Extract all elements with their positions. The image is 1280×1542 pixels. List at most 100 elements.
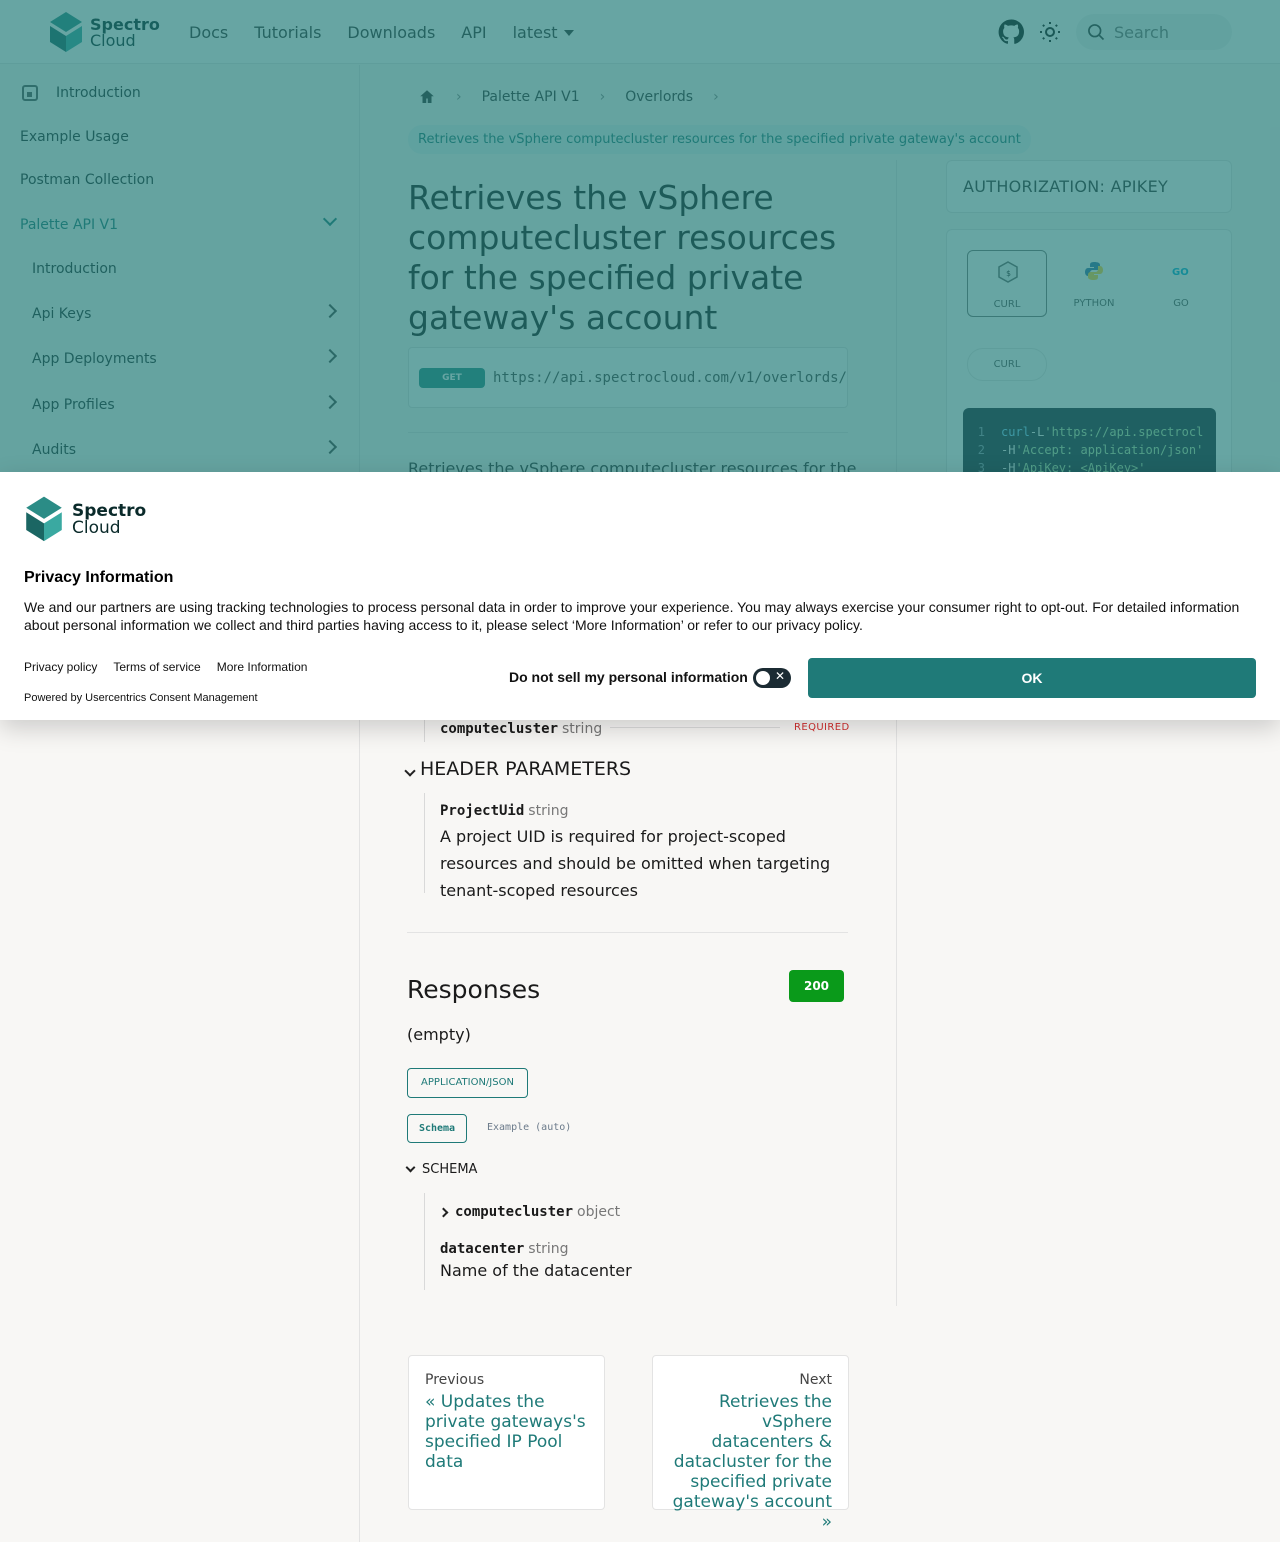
nav-link-docs[interactable]: Docs <box>189 23 228 42</box>
param-type: string <box>528 803 569 819</box>
curl-icon: $ <box>998 261 1018 283</box>
breadcrumb: › Palette API V1 › Overlords › Retrieves… <box>408 77 1048 154</box>
consent-banner: Spectro Cloud Privacy Information We and… <box>0 472 1280 720</box>
tab-schema[interactable]: Schema <box>407 1114 467 1143</box>
document-icon <box>22 85 38 101</box>
pager-title: Retrieves the vSphere datacenters & data… <box>672 1392 832 1532</box>
required-badge: REQUIRED <box>794 722 850 733</box>
code-variant-tab[interactable]: CURL <box>967 348 1047 381</box>
tab-go[interactable]: GO GO <box>1141 250 1221 317</box>
param-rail <box>424 793 425 893</box>
sidebar-item-palette-api-v1[interactable]: Palette API V1 <box>0 205 359 245</box>
chevron-right-icon <box>322 348 338 364</box>
tab-curl[interactable]: $ CURL <box>967 250 1047 317</box>
page-title: Retrieves the vSphere computecluster res… <box>408 178 837 337</box>
sidebar-item-introduction[interactable]: Introduction <box>0 73 359 113</box>
brand-line2: Cloud <box>72 518 121 538</box>
field-name: datacenter <box>440 1241 525 1257</box>
go-icon: GO <box>1172 267 1189 278</box>
version-dropdown[interactable]: latest <box>513 23 574 42</box>
nav-link-tutorials[interactable]: Tutorials <box>254 23 321 42</box>
param-line <box>610 727 780 728</box>
sidebar: Introduction Example Usage Postman Colle… <box>0 65 360 1542</box>
chevron-right-icon <box>322 394 338 410</box>
chevron-right-icon <box>322 439 338 455</box>
sidebar-item-label: Postman Collection <box>20 172 155 188</box>
nav-link-api[interactable]: API <box>461 23 486 42</box>
home-icon[interactable] <box>418 88 436 106</box>
nav-link-downloads[interactable]: Downloads <box>347 23 435 42</box>
responses-title: Responses <box>407 975 541 1004</box>
consent-logo: Spectro Cloud <box>24 496 146 544</box>
pager-title: « Updates the private gateways's specifi… <box>425 1392 586 1472</box>
theme-toggle-sun-icon[interactable] <box>1038 20 1062 44</box>
schema-field-computecluster[interactable]: computecluster object <box>438 1204 621 1220</box>
ok-button[interactable]: OK <box>808 658 1256 698</box>
top-navbar: Spectro Cloud Docs Tutorials Downloads A… <box>0 0 1280 64</box>
chevron-down-icon <box>405 1162 416 1173</box>
param-name: ProjectUid <box>440 803 525 819</box>
authorization-box: AUTHORIZATION: APIKEY <box>946 160 1232 213</box>
chevron-right-icon <box>438 1207 449 1217</box>
param-type: string <box>562 721 603 737</box>
line-number: 2 <box>977 443 985 457</box>
terms-link[interactable]: Terms of service <box>113 660 200 674</box>
method-badge: GET <box>419 367 485 388</box>
breadcrumb-item[interactable]: Palette API V1 <box>482 89 580 105</box>
tab-example[interactable]: Example (auto) <box>487 1122 571 1133</box>
privacy-policy-link[interactable]: Privacy policy <box>24 660 97 674</box>
main-content: › Palette API V1 › Overlords › Retrieves… <box>360 65 1280 1542</box>
response-code-200[interactable]: 200 <box>789 970 844 1002</box>
sidebar-item-label: App Profiles <box>32 397 115 413</box>
header-params-toggle[interactable]: HEADER PARAMETERS <box>404 758 632 780</box>
sidebar-item-audits[interactable]: Audits <box>0 430 359 470</box>
pager-previous[interactable]: Previous « Updates the private gateways'… <box>408 1355 605 1510</box>
more-information-link[interactable]: More Information <box>217 660 308 674</box>
breadcrumb-separator-icon: › <box>456 89 462 105</box>
param-rail <box>424 1193 425 1290</box>
brand-logo[interactable]: Spectro Cloud <box>48 12 160 54</box>
pager-next[interactable]: Next Retrieves the vSphere datacenters &… <box>652 1355 849 1532</box>
sidebar-item-introduction-v1[interactable]: Introduction <box>0 249 359 289</box>
caret-down-icon <box>563 30 574 36</box>
divider <box>408 432 848 433</box>
endpoint-url[interactable]: https://api.spectrocloud.com/v1/overlord… <box>493 370 847 386</box>
schema-label: SCHEMA <box>422 1162 478 1177</box>
param-computecluster: computecluster string REQUIRED <box>440 718 850 737</box>
content-type-pill[interactable]: APPLICATION/JSON <box>407 1068 528 1098</box>
tab-python[interactable]: PYTHON <box>1054 250 1134 317</box>
breadcrumb-separator-icon: › <box>599 89 606 105</box>
pager-label: Previous <box>425 1372 485 1388</box>
svg-text:GO: GO <box>1172 267 1189 278</box>
header-params-title: HEADER PARAMETERS <box>420 758 632 780</box>
sidebar-item-app-deployments[interactable]: App Deployments <box>0 339 359 379</box>
do-not-sell-toggle[interactable]: ✕ <box>753 668 791 688</box>
code-token: curl <box>1001 425 1030 439</box>
field-type: string <box>528 1241 569 1257</box>
github-icon[interactable] <box>998 19 1024 45</box>
endpoint-box: GET https://api.spectrocloud.com/v1/over… <box>408 347 848 408</box>
sidebar-item-api-keys[interactable]: Api Keys <box>0 294 359 334</box>
code-token: 'Accept: application/json' <box>1015 443 1204 457</box>
sidebar-item-app-profiles[interactable]: App Profiles <box>0 385 359 425</box>
field-description: Name of the datacenter <box>440 1261 632 1280</box>
breadcrumb-separator-icon: › <box>713 89 719 105</box>
sidebar-item-postman-collection[interactable]: Postman Collection <box>0 160 359 200</box>
authorization-label: AUTHORIZATION: APIKEY <box>963 177 1169 196</box>
sidebar-item-example-usage[interactable]: Example Usage <box>0 117 359 157</box>
field-type: object <box>577 1204 621 1220</box>
code-token: -L <box>1029 425 1045 439</box>
sidebar-item-label: Palette API V1 <box>20 217 119 233</box>
code-token: -H <box>1001 443 1016 457</box>
spectro-logo-icon <box>26 496 62 542</box>
sidebar-item-label: Audits <box>32 442 77 458</box>
search-input[interactable] <box>1114 22 1224 42</box>
response-description: (empty) <box>407 1025 471 1044</box>
param-projectuid: ProjectUid string A project UID is requir… <box>440 800 835 904</box>
search-box[interactable] <box>1076 14 1232 50</box>
breadcrumb-item[interactable]: Overlords <box>625 89 693 105</box>
schema-field-datacenter: datacenter string Name of the datacenter <box>440 1238 840 1284</box>
schema-toggle[interactable]: SCHEMA <box>405 1162 478 1177</box>
sidebar-item-label: Introduction <box>32 261 117 277</box>
brand-line2: Cloud <box>90 31 136 50</box>
